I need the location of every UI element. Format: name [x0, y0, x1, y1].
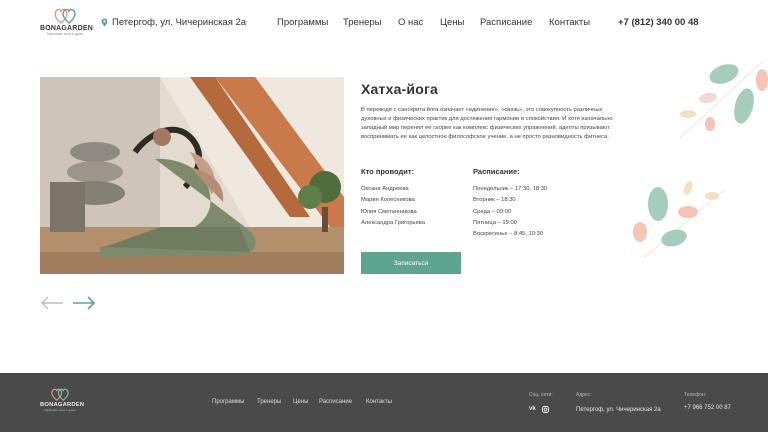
- trainers-list: Оксана Андреева Мария Колесникова Юлия С…: [361, 184, 425, 229]
- footer-logo-tagline: Гармония тела и души: [44, 408, 76, 412]
- instagram-icon[interactable]: [541, 406, 549, 413]
- trainer-item: Оксана Андреева: [361, 186, 409, 192]
- footer-address-label: Адрес:: [576, 392, 592, 398]
- program-description: В переводе с санскрита йога означает «ед…: [361, 107, 613, 140]
- arrow-right-icon[interactable]: [72, 296, 96, 310]
- decorative-leaves-icon: [679, 59, 768, 139]
- main-nav: Программы Тренеры О нас Цены Расписание …: [277, 17, 590, 28]
- logo-hearts-icon: [51, 388, 69, 401]
- program-title: Хатха-йога: [361, 81, 438, 97]
- footer-nav-programs[interactable]: Программы: [212, 399, 257, 405]
- header: BONAGARDEN Гармония тела и души Петергоф…: [0, 0, 768, 50]
- logo-hearts-icon: [54, 8, 76, 24]
- decorative-leaves-icon: [633, 181, 725, 259]
- signup-button[interactable]: Записаться: [361, 252, 461, 274]
- yoga-pose-image: [40, 77, 344, 274]
- footer-nav-contacts[interactable]: Контакты: [366, 399, 392, 405]
- trainer-item: Юлия Сметанникова: [361, 208, 417, 215]
- schedule-item: Воскресенье – 8:45, 10:30: [473, 231, 543, 238]
- footer-phone-label: Телефон:: [684, 392, 707, 398]
- trainer-item: Мария Колесникова: [361, 197, 415, 204]
- footer-social-label: Соц. сети:: [529, 392, 553, 398]
- schedule-list: Понедельник – 17:30, 18:30 Вторник – 18:…: [473, 184, 547, 240]
- footer-nav-schedule[interactable]: Расписание: [319, 399, 366, 405]
- nav-item-contacts[interactable]: Контакты: [549, 17, 590, 28]
- footer-nav: Программы Тренеры Цены Расписание Контак…: [212, 399, 392, 405]
- nav-item-prices[interactable]: Цены: [440, 17, 480, 28]
- footer-logo[interactable]: BONAGARDEN Гармония тела и души: [40, 388, 84, 412]
- schedule-item: Среда – 09:00: [473, 208, 512, 215]
- footer-address: Петергоф, ул. Чичеринская 2а: [576, 407, 661, 413]
- footer-social: vk: [529, 406, 549, 413]
- schedule-item: Пятница – 19:00: [473, 219, 517, 226]
- nav-item-trainers[interactable]: Тренеры: [343, 17, 398, 28]
- schedule-heading: Расписание:: [473, 167, 520, 176]
- nav-item-about[interactable]: О нас: [398, 17, 440, 28]
- header-phone[interactable]: +7 (812) 340 00 48: [618, 17, 699, 28]
- footer: BONAGARDEN Гармония тела и души Программ…: [0, 373, 768, 432]
- logo-text: BONAGARDEN: [40, 25, 93, 32]
- schedule-item: Понедельник – 17:30, 18:30: [473, 186, 548, 192]
- location-pin-icon: [101, 18, 108, 27]
- yoga-photo: [40, 77, 344, 274]
- trainers-heading: Кто проводит:: [361, 167, 415, 176]
- header-address: Петергоф, ул. Чичеринская 2а: [101, 17, 246, 28]
- vk-icon[interactable]: vk: [529, 406, 536, 413]
- schedule-item: Вторник – 18:30: [473, 197, 516, 204]
- arrow-left-icon[interactable]: [40, 296, 64, 310]
- footer-phone[interactable]: +7 966 752 00 87: [684, 405, 731, 411]
- logo-tagline: Гармония тела и души: [46, 32, 84, 36]
- trainer-item: Александра Григорьева: [361, 219, 426, 226]
- logo[interactable]: BONAGARDEN Гармония тела и души: [40, 8, 93, 44]
- footer-nav-trainers[interactable]: Тренеры: [257, 399, 293, 405]
- nav-item-schedule[interactable]: Расписание: [480, 17, 549, 28]
- footer-nav-prices[interactable]: Цены: [293, 399, 319, 405]
- header-address-text: Петергоф, ул. Чичеринская 2а: [112, 17, 247, 28]
- nav-item-programs[interactable]: Программы: [277, 17, 343, 28]
